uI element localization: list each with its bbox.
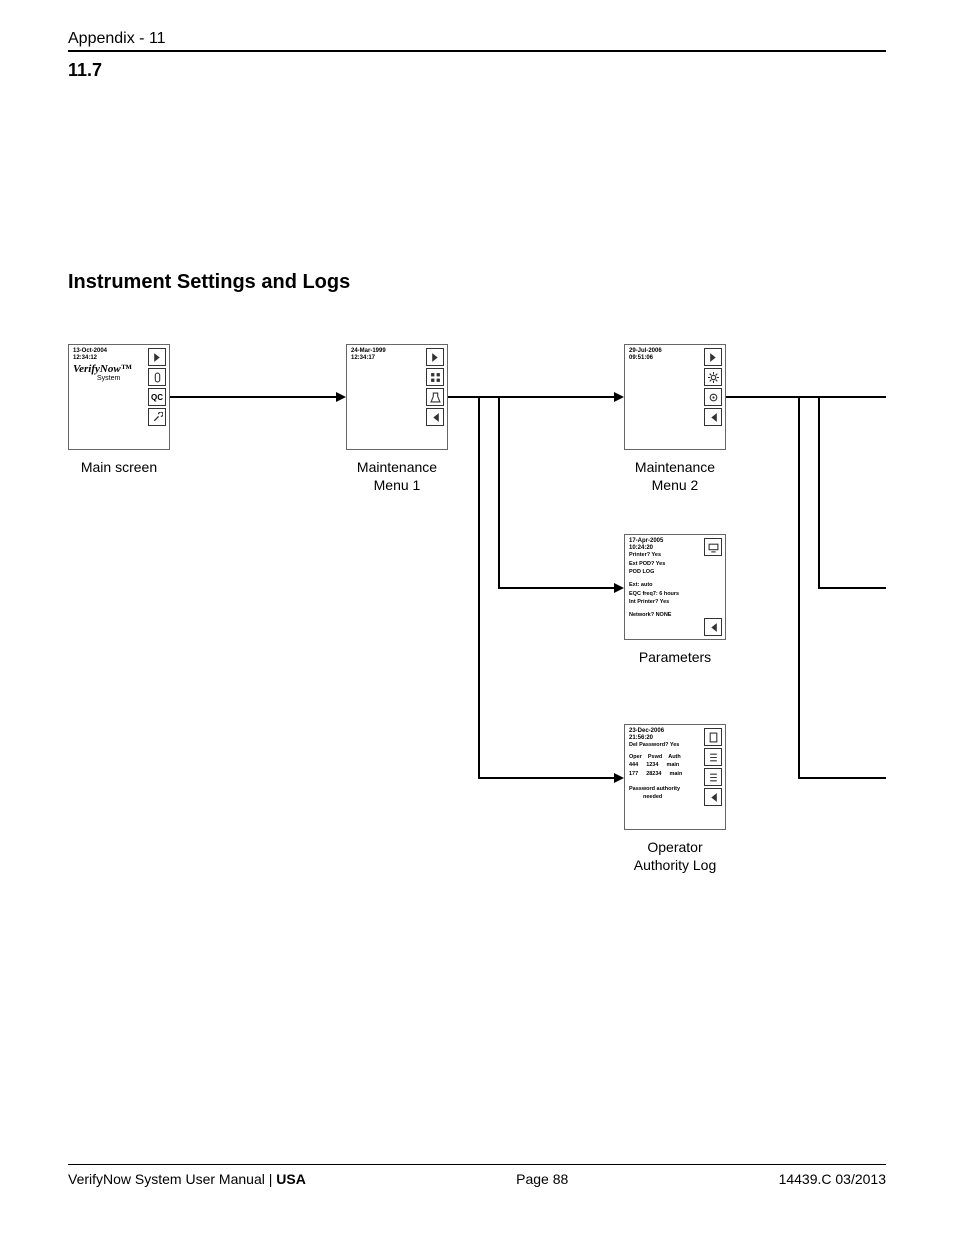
maintenance-menu-1-box: 24-Mar-199912:34:17 (346, 344, 448, 450)
qc-icon: QC (148, 388, 166, 406)
arrow-head-icon (614, 392, 624, 402)
icon-column (704, 728, 722, 806)
arrow (448, 396, 614, 398)
wrench-icon (148, 408, 166, 426)
main-screen-box: 13-Oct-200412:34:12 VerifyNow™ System QC (68, 344, 170, 450)
tube-icon (148, 368, 166, 386)
arrow (478, 397, 480, 777)
arrow-head-icon (614, 583, 624, 593)
section-title: Instrument Settings and Logs (68, 271, 886, 294)
next-icon (704, 348, 722, 366)
arrow (170, 396, 336, 398)
arrow (498, 587, 614, 589)
back-icon (704, 618, 722, 636)
params-caption: Parameters (615, 648, 735, 666)
beaker-icon (426, 388, 444, 406)
page-footer: VerifyNow System User Manual | USA Page … (68, 1164, 886, 1187)
sun-icon (704, 368, 722, 386)
main-caption: Main screen (68, 458, 179, 476)
footer-right: 14439.C 03/2013 (779, 1171, 886, 1187)
list-icon (704, 748, 722, 766)
maintenance-menu-2-box: 29-Jul-200609:51:06 (624, 344, 726, 450)
footer-left: VerifyNow System User Manual | USA (68, 1171, 306, 1187)
arrow-head-icon (614, 773, 624, 783)
m2-caption: Maintenance Menu 2 (615, 458, 735, 494)
arrow (818, 397, 820, 587)
icon-column (704, 348, 722, 426)
footer-page: Page 88 (516, 1171, 568, 1187)
icon-column (426, 348, 444, 426)
arrow (798, 397, 800, 777)
gear-icon (704, 388, 722, 406)
back-icon (704, 788, 722, 806)
back-icon (426, 408, 444, 426)
back-icon (704, 408, 722, 426)
arrow (818, 587, 886, 589)
doc-icon (704, 728, 722, 746)
m1-caption: Maintenance Menu 1 (337, 458, 457, 494)
next-icon (426, 348, 444, 366)
flow-diagram: 13-Oct-200412:34:12 VerifyNow™ System QC… (68, 344, 886, 964)
list2-icon (704, 768, 722, 786)
arrow (478, 777, 614, 779)
monitor-icon (704, 538, 722, 556)
arrow (726, 396, 886, 398)
appendix-label: Appendix - 11 (68, 30, 886, 48)
operator-log-box: 23-Dec-200621:56:20 Del Password? Yes Op… (624, 724, 726, 830)
arrow (498, 397, 500, 587)
grid-icon (426, 368, 444, 386)
section-number: 11.7 (68, 60, 886, 81)
icon-column: QC (148, 348, 166, 426)
arrow (798, 777, 886, 779)
oplog-caption: Operator Authority Log (615, 838, 735, 874)
arrow-head-icon (336, 392, 346, 402)
next-icon (148, 348, 166, 366)
parameters-box: 17-Apr-200510:24:20 Printer? Yes Ext POD… (624, 534, 726, 640)
